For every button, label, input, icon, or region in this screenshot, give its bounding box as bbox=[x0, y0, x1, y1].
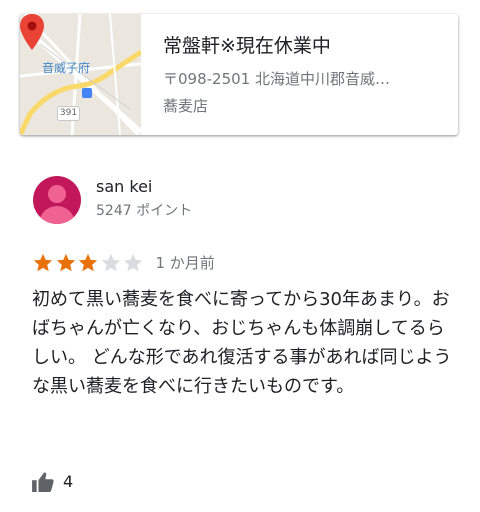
review-text: 初めて黒い蕎麦を食べに寄ってから30年あまり。おばちゃんが亡くなり、おじちゃんも… bbox=[32, 289, 452, 397]
avatar[interactable] bbox=[33, 176, 81, 224]
place-category: 蕎麦店 bbox=[163, 97, 209, 115]
place-address: 〒098-2501 北海道中川郡音威… bbox=[163, 70, 390, 88]
map-thumbnail[interactable]: 音威子府 391 bbox=[20, 14, 141, 135]
reviewer-header[interactable]: san kei 5247 ポイント bbox=[33, 176, 192, 224]
reviewer-points: 5247 ポイント bbox=[96, 203, 193, 219]
place-info: 常盤軒※現在休業中 〒098-2501 北海道中川郡音威… 蕎麦店 bbox=[141, 14, 458, 135]
star-empty-icon bbox=[101, 253, 120, 272]
location-pin-icon bbox=[20, 14, 44, 50]
star-filled-icon bbox=[78, 253, 98, 272]
reviewer-name[interactable]: san kei bbox=[96, 177, 192, 197]
star-filled-icon bbox=[33, 253, 53, 272]
review-date: 1 か月前 bbox=[155, 254, 215, 272]
route-shield: 391 bbox=[57, 106, 80, 121]
star-rating bbox=[32, 252, 145, 274]
like-count: 4 bbox=[63, 472, 74, 491]
like-button[interactable]: 4 bbox=[32, 471, 73, 493]
star-empty-icon bbox=[123, 253, 143, 272]
avatar-head bbox=[48, 185, 66, 203]
avatar-body bbox=[39, 206, 75, 224]
map-town-label: 音威子府 bbox=[42, 61, 91, 75]
rating-row: 1 か月前 bbox=[32, 252, 215, 274]
star-filled-icon bbox=[56, 253, 75, 272]
place-card[interactable]: 音威子府 391 常盤軒※現在休業中 〒098-2501 北海道中川郡音威… 蕎… bbox=[20, 14, 458, 135]
thumbs-up-icon[interactable] bbox=[32, 472, 54, 492]
place-title[interactable]: 常盤軒※現在休業中 bbox=[163, 34, 458, 58]
